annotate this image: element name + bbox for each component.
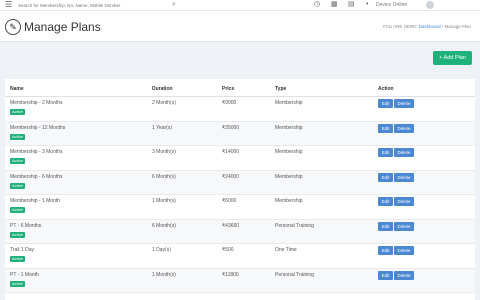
edit-button[interactable]: Edit (378, 99, 393, 108)
breadcrumb-separator: / (441, 24, 444, 29)
plan-name: PT - 1 Month (10, 271, 39, 278)
plan-type: Membership (275, 124, 303, 131)
plan-price: ₹43660 (222, 222, 240, 229)
plan-type: One Time (275, 247, 297, 253)
column-header-type[interactable]: Type (275, 86, 286, 92)
search-icon[interactable]: ⌕ (172, 1, 176, 9)
delete-button[interactable]: Delete (394, 246, 414, 255)
plan-duration: 1 Day(s) (152, 247, 171, 253)
plan-duration: 6 Month(s) (152, 173, 176, 180)
breadcrumb: YOU ARE HERE: Dashboard / Manage Plan (382, 24, 471, 30)
edit-button[interactable]: Edit (378, 246, 393, 255)
search-input[interactable] (18, 1, 168, 9)
plan-type: Membership (275, 198, 303, 204)
plan-name: Membership - 6 Months (10, 173, 63, 180)
edit-button[interactable]: Edit (378, 270, 393, 280)
calendar-icon[interactable]: ▤ (348, 0, 355, 10)
plan-price: ₹6000 (222, 198, 237, 204)
edit-button[interactable]: Edit (378, 172, 393, 182)
column-header-price[interactable]: Price (222, 86, 234, 92)
breadcrumb-current: Manage Plan (444, 24, 471, 29)
delete-button[interactable]: Delete (394, 197, 414, 206)
edit-button[interactable]: Edit (378, 123, 393, 133)
column-header-action: Action (378, 86, 394, 92)
plan-type: Personal Training (275, 222, 314, 229)
status-badge: Active (10, 182, 25, 189)
edit-icon: ✎ (5, 19, 21, 35)
status-badge: Active (10, 133, 25, 140)
plan-duration: 6 Month(s) (152, 222, 176, 229)
delete-button[interactable]: Delete (394, 221, 414, 231)
plan-name: Membership - 3 Months (10, 149, 63, 155)
table-row: Membership - 6 Months Active 6 Month(s) … (5, 170, 475, 195)
plan-duration: 1 Year(s) (152, 124, 173, 131)
plan-type: Membership (275, 173, 303, 180)
page-header: ✎ Manage Plans YOU ARE HERE: Dashboard /… (0, 11, 480, 42)
plan-type: Personal Training (275, 271, 314, 278)
device-status: Device Online (376, 2, 408, 8)
plan-name: PT - 6 Months (10, 222, 42, 229)
breadcrumb-dashboard-link[interactable]: Dashboard (419, 24, 441, 29)
plan-price: ₹35000 (222, 124, 240, 131)
column-header-duration[interactable]: Duration (152, 86, 173, 92)
plans-table: Name Duration Price Type Action Membersh… (5, 79, 475, 300)
top-bar: ☰ ⌕ ◷ ▦ ▤ • Device Online (0, 0, 480, 11)
status-badge: Active (10, 207, 25, 213)
edit-button[interactable]: Edit (378, 197, 393, 206)
table-row: PT - 1 Month Active 1 Month(s) ₹11800 Pe… (5, 268, 475, 293)
plan-duration: 1 Month(s) (152, 271, 176, 278)
table-row: Membership - 3 Months Active 3 Month(s) … (5, 146, 475, 171)
avatar[interactable] (426, 1, 434, 9)
plan-duration: 2 Month(s) (152, 100, 176, 106)
delete-button[interactable]: Delete (394, 172, 414, 182)
delete-button[interactable]: Delete (394, 99, 414, 108)
column-header-name[interactable]: Name (10, 86, 24, 92)
plan-type: Membership (275, 149, 303, 155)
plan-price: ₹11800 (222, 271, 239, 278)
status-dot-icon: • (366, 1, 369, 8)
plan-price: ₹9000 (222, 100, 237, 106)
plan-price: ₹24000 (222, 173, 240, 180)
plan-type: Membership (275, 100, 303, 106)
table-row: Trail 1 Day Active 1 Day(s) ₹500 One Tim… (5, 244, 475, 269)
status-badge: Active (10, 158, 25, 164)
status-badge: Active (10, 280, 25, 287)
edit-button[interactable]: Edit (378, 221, 393, 231)
grid-icon[interactable]: ▦ (331, 0, 338, 10)
status-badge: Active (10, 231, 25, 238)
status-badge: Active (10, 256, 25, 262)
status-badge: Active (10, 109, 25, 115)
table-row: Membership - 2 Months Active 2 Month(s) … (5, 97, 475, 122)
plan-name: Membership - 2 Months (10, 100, 63, 106)
plan-duration: 1 Month(s) (152, 198, 176, 204)
delete-button[interactable]: Delete (394, 148, 414, 157)
table-row: Membership - 1 Month Active 1 Month(s) ₹… (5, 195, 475, 220)
plan-duration: 3 Month(s) (152, 149, 176, 155)
breadcrumb-prefix: YOU ARE HERE: (382, 24, 418, 29)
plan-name: Membership - 1 Month (10, 198, 61, 204)
page-title: Manage Plans (24, 20, 101, 34)
plan-name: Trail 1 Day (10, 247, 34, 253)
delete-button[interactable]: Delete (394, 123, 414, 133)
clock-icon[interactable]: ◷ (314, 0, 320, 10)
table-row: PT - 6 Months Active 6 Month(s) ₹43660 P… (5, 219, 475, 244)
plan-name: Membership - 12 Months (10, 124, 66, 131)
add-plan-button[interactable]: + Add Plan (433, 51, 472, 65)
menu-icon[interactable]: ☰ (5, 1, 12, 9)
table-row: Membership - 12 Months Active 1 Year(s) … (5, 121, 475, 146)
edit-button[interactable]: Edit (378, 148, 393, 157)
plan-price: ₹14000 (222, 149, 240, 155)
plan-price: ₹500 (222, 247, 234, 253)
delete-button[interactable]: Delete (394, 270, 414, 280)
